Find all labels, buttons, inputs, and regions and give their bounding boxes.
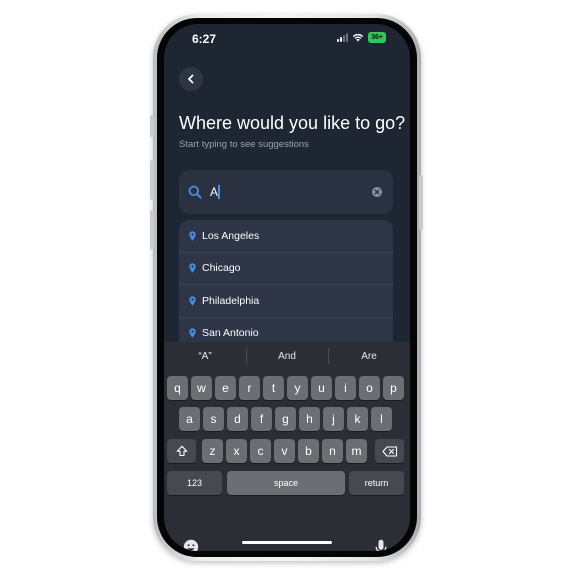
space-key[interactable]: space (227, 471, 345, 495)
key-y[interactable]: y (287, 376, 308, 400)
key-b[interactable]: b (298, 439, 319, 463)
prediction-item[interactable]: And (246, 347, 328, 364)
key-u[interactable]: u (311, 376, 332, 400)
prediction-item[interactable]: Are (328, 347, 410, 364)
key-a[interactable]: a (179, 407, 200, 431)
chevron-left-icon (188, 74, 194, 84)
key-z[interactable]: z (202, 439, 223, 463)
suggestion-label: Chicago (202, 262, 241, 275)
suggestion-item[interactable]: Philadelphia (179, 285, 393, 318)
key-c[interactable]: c (250, 439, 271, 463)
prediction-bar: “A” And Are (164, 342, 410, 370)
key-i[interactable]: i (335, 376, 356, 400)
suggestion-label: Los Angeles (202, 229, 260, 242)
suggestion-label: Philadelphia (202, 294, 260, 307)
key-l[interactable]: l (371, 407, 392, 431)
location-pin-icon (189, 328, 196, 338)
suggestion-item[interactable]: Chicago (179, 253, 393, 285)
key-r[interactable]: r (239, 376, 260, 400)
home-indicator (242, 541, 332, 544)
return-key[interactable]: return (349, 471, 404, 495)
key-n[interactable]: n (322, 439, 343, 463)
backspace-key[interactable] (375, 439, 404, 463)
text-caret (218, 185, 220, 199)
key-s[interactable]: s (203, 407, 224, 431)
key-e[interactable]: e (215, 376, 236, 400)
key-h[interactable]: h (299, 407, 320, 431)
wifi-icon (352, 33, 364, 42)
shift-icon (176, 445, 187, 457)
suggestion-label: San Antonio (202, 327, 259, 340)
phone-screen: 6:27 36+ Where would you like to go? Sta… (164, 24, 410, 551)
suggestion-item[interactable]: Los Angeles (179, 220, 393, 253)
key-g[interactable]: g (275, 407, 296, 431)
key-t[interactable]: t (263, 376, 284, 400)
side-button (150, 210, 154, 250)
key-w[interactable]: w (191, 376, 212, 400)
key-p[interactable]: p (383, 376, 404, 400)
key-k[interactable]: k (347, 407, 368, 431)
numbers-key[interactable]: 123 (167, 471, 222, 495)
signal-icon (337, 33, 349, 42)
side-button (150, 115, 154, 137)
emoji-icon[interactable] (182, 538, 200, 551)
key-j[interactable]: j (323, 407, 344, 431)
side-button (419, 175, 423, 230)
keyboard: “A” And Are q w e r t y u i o p a s d f … (164, 342, 410, 551)
page-subtitle: Start typing to see suggestions (179, 139, 309, 150)
location-pin-icon (189, 296, 196, 306)
key-m[interactable]: m (346, 439, 367, 463)
prediction-item[interactable]: “A” (164, 351, 246, 362)
location-pin-icon (189, 231, 196, 241)
status-time: 6:27 (192, 32, 217, 46)
key-o[interactable]: o (359, 376, 380, 400)
status-icons: 36+ (337, 32, 386, 43)
side-button (150, 160, 154, 200)
search-input[interactable] (210, 182, 360, 202)
key-q[interactable]: q (167, 376, 188, 400)
shift-key[interactable] (167, 439, 196, 463)
clear-icon[interactable] (372, 187, 382, 197)
back-button[interactable] (179, 67, 203, 91)
backspace-icon (381, 445, 397, 457)
search-box[interactable] (179, 170, 393, 214)
location-pin-icon (189, 263, 196, 273)
page-title: Where would you like to go? (179, 113, 406, 133)
key-d[interactable]: d (227, 407, 248, 431)
microphone-icon[interactable] (372, 538, 390, 551)
search-icon (188, 185, 202, 199)
battery-badge: 36+ (368, 32, 386, 43)
key-f[interactable]: f (251, 407, 272, 431)
key-v[interactable]: v (274, 439, 295, 463)
key-x[interactable]: x (226, 439, 247, 463)
